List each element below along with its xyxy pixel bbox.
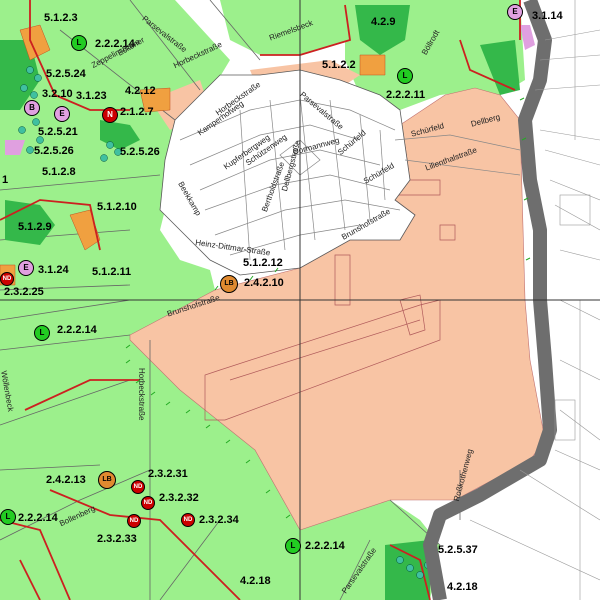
zone-label: 2.3.2.34 xyxy=(199,514,239,526)
zone-label: 2.3.2.32 xyxy=(159,492,199,504)
symbol-L[interactable]: L xyxy=(285,538,301,554)
symbol-L[interactable]: L xyxy=(397,68,413,84)
symbol-L[interactable]: L xyxy=(71,35,87,51)
symbol-LB[interactable]: LB xyxy=(220,275,238,293)
zone-label: 5.1.2.10 xyxy=(97,201,137,213)
zone-label: 2.3.2.25 xyxy=(4,286,44,298)
symbol-ND[interactable]: ND xyxy=(127,514,141,528)
zone-label: 2.4.2.13 xyxy=(46,474,86,486)
zone-label: 5.1.2.12 xyxy=(243,257,283,269)
zone-label: 5.2.5.26 xyxy=(34,145,74,157)
symbol-ND[interactable]: ND xyxy=(131,480,145,494)
zone-label: 4.2.18 xyxy=(447,581,478,593)
zone-label: 5.1.2.8 xyxy=(42,166,76,178)
street-label: Horbeckstraße xyxy=(137,368,146,421)
symbol-E[interactable]: E xyxy=(507,4,523,20)
zone-label: 2.4.2.10 xyxy=(244,277,284,289)
zone-label: 4.2.18 xyxy=(240,575,271,587)
zone-label: 5.1.2.2 xyxy=(322,59,356,71)
zone-label: 5.2.5.26 xyxy=(120,146,160,158)
symbol-LB[interactable]: LB xyxy=(98,471,116,489)
zone-label: 2.2.2.14 xyxy=(18,512,58,524)
zone-label: 1 xyxy=(2,174,9,186)
symbol-ND[interactable]: ND xyxy=(0,272,14,286)
symbol-E[interactable]: E xyxy=(54,106,70,122)
zone-label: 2.2.2.14 xyxy=(57,324,97,336)
zone-label: 2.1.2.7 xyxy=(120,106,154,118)
symbol-L[interactable]: L xyxy=(0,509,16,525)
zone-label: 2.3.2.31 xyxy=(148,468,188,480)
symbol-ND[interactable]: ND xyxy=(141,496,155,510)
zone-label: 3.1.23 xyxy=(76,90,107,102)
zone-label: 5.1.2.9 xyxy=(18,221,52,233)
zone-label: 4.2.9 xyxy=(371,16,396,28)
zone-label: 5.2.5.21 xyxy=(38,126,78,138)
zone-label: 3.1.24 xyxy=(38,264,69,276)
zone-label: 3.1.14 xyxy=(532,10,563,22)
symbol-ND[interactable]: ND xyxy=(181,513,195,527)
symbol-N[interactable]: N xyxy=(102,107,118,123)
symbol-B[interactable]: B xyxy=(24,100,40,116)
zone-label: 2.2.2.11 xyxy=(386,89,426,101)
zone-label: 5.2.5.37 xyxy=(438,544,478,556)
zone-label: 2.2.2.14 xyxy=(305,540,345,552)
symbol-E[interactable]: E xyxy=(18,260,34,276)
zone-label: 5.1.2.3 xyxy=(44,12,78,24)
zone-label: 5.1.2.11 xyxy=(92,266,132,278)
symbol-L[interactable]: L xyxy=(34,325,50,341)
zone-label: 2.3.2.33 xyxy=(97,533,137,545)
map-canvas[interactable]: 5.1.2.3 2.2.2.14 4.2.9 3.1.14 5.1.2.2 2.… xyxy=(0,0,600,600)
zone-label: 3.2.10 xyxy=(42,88,73,100)
zone-label: 4.2.12 xyxy=(125,85,156,97)
zone-label: 5.2.5.24 xyxy=(46,68,86,80)
